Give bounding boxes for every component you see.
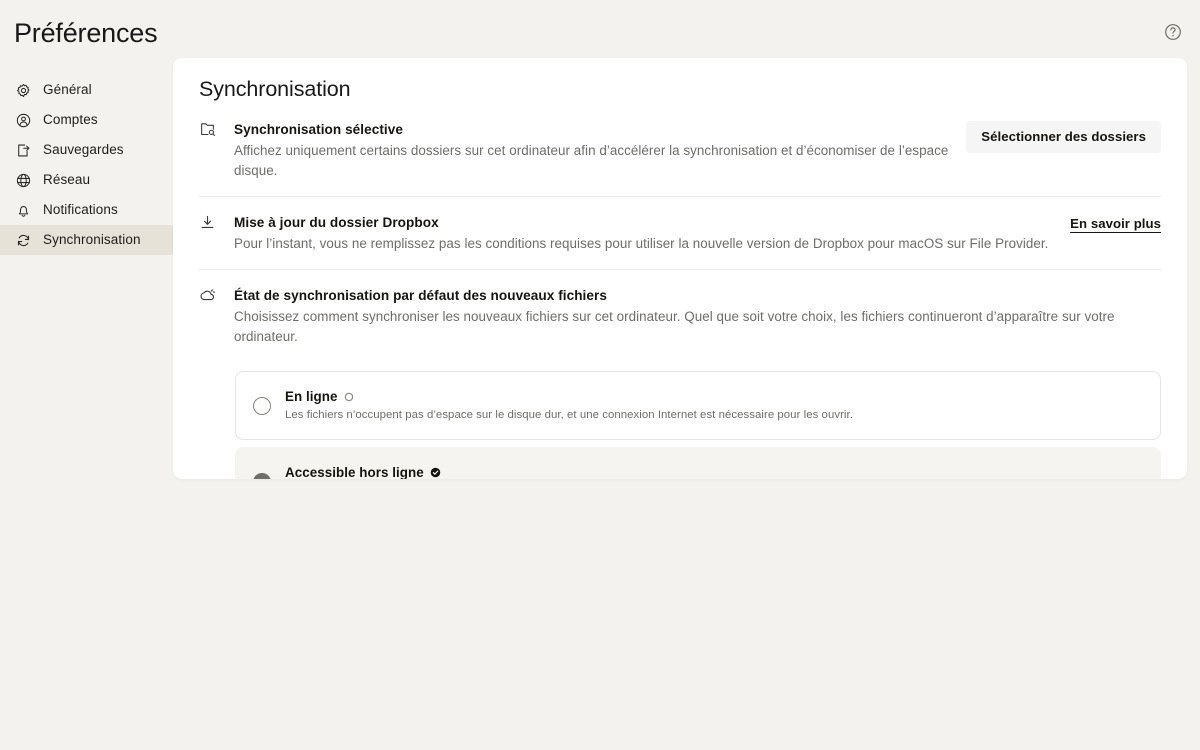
globe-icon xyxy=(15,172,31,188)
setting-title: Mise à jour du dossier Dropbox xyxy=(234,215,439,230)
account-icon xyxy=(15,112,31,128)
sidebar-item-label: Réseau xyxy=(43,172,91,187)
setting-title: Synchronisation sélective xyxy=(234,122,403,137)
sidebar-item-notifications[interactable]: Notifications xyxy=(0,195,173,225)
setting-row-folder-update: Mise à jour du dossier Dropbox Pour l’in… xyxy=(199,197,1161,270)
sidebar-item-label: Synchronisation xyxy=(43,232,141,247)
learn-more-link[interactable]: En savoir plus xyxy=(1070,214,1161,233)
gear-icon xyxy=(15,82,31,98)
setting-action: En savoir plus xyxy=(1054,213,1161,233)
setting-row-selective-sync: Synchronisation sélective Affichez uniqu… xyxy=(199,104,1161,197)
download-icon xyxy=(199,214,216,231)
check-filled-badge-icon xyxy=(430,467,441,478)
sidebar-item-general[interactable]: Général xyxy=(0,75,173,105)
page-title: Synchronisation xyxy=(199,77,351,101)
sidebar-item-label: Sauvegardes xyxy=(43,142,124,157)
help-icon[interactable] xyxy=(1163,22,1183,42)
sidebar-item-label: Notifications xyxy=(43,202,118,217)
backup-icon xyxy=(15,142,31,158)
setting-description: Affichez uniquement certains dossiers su… xyxy=(234,143,949,178)
setting-action: Sélectionner des dossiers xyxy=(950,120,1161,153)
cloud-icon xyxy=(199,287,216,304)
select-folders-button[interactable]: Sélectionner des dossiers xyxy=(966,121,1161,153)
sidebar-item-label: Général xyxy=(43,82,92,97)
folder-search-icon xyxy=(199,121,216,138)
setting-title: État de synchronisation par défaut des n… xyxy=(234,288,607,303)
sync-option-online[interactable]: En ligne Les fichiers n’occupent pas d’e… xyxy=(235,371,1161,440)
settings-panel: Synchronisation Synchronisation sélectiv… xyxy=(173,58,1187,479)
setting-description: Choisissez comment synchroniser les nouv… xyxy=(234,309,1115,344)
sidebar-item-reseau[interactable]: Réseau xyxy=(0,165,173,195)
sync-option-title: Accessible hors ligne xyxy=(285,465,424,479)
radio-online[interactable] xyxy=(253,396,271,415)
sidebar-item-synchronisation[interactable]: Synchronisation xyxy=(0,225,173,255)
sync-icon xyxy=(15,232,31,248)
sync-option-title: En ligne xyxy=(285,389,338,404)
preferences-window: Préférences Général Comptes Sauvegardes … xyxy=(0,0,1200,750)
bell-icon xyxy=(15,202,31,218)
sidebar: Général Comptes Sauvegardes Réseau Notif… xyxy=(0,75,173,255)
sync-option-description: Les fichiers n’occupent pas d’espace sur… xyxy=(285,409,853,421)
setting-row-default-sync-state: État de synchronisation par défaut des n… xyxy=(199,270,1161,362)
sync-options-group: En ligne Les fichiers n’occupent pas d’e… xyxy=(199,362,1161,479)
sidebar-item-sauvegardes[interactable]: Sauvegardes xyxy=(0,135,173,165)
cloud-online-badge-icon xyxy=(343,391,354,402)
window-title: Préférences xyxy=(14,18,158,48)
sidebar-item-label: Comptes xyxy=(43,112,98,127)
sync-option-offline[interactable]: Accessible hors ligne Les fichiers occup… xyxy=(235,447,1161,479)
radio-offline[interactable] xyxy=(253,472,271,479)
sidebar-item-comptes[interactable]: Comptes xyxy=(0,105,173,135)
setting-description: Pour l’instant, vous ne remplissez pas l… xyxy=(234,236,1049,251)
